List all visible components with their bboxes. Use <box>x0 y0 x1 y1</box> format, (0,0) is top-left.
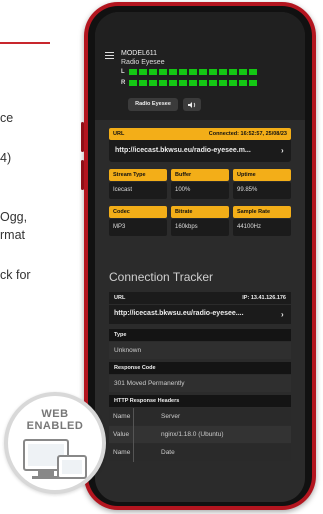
stream-url-card: URL Connected: 16:52:57, 25/08/23 http:/… <box>109 128 291 162</box>
header-key: Name <box>113 449 131 456</box>
accent-rule <box>0 42 50 44</box>
badge-line-1: WEB <box>41 408 69 420</box>
chevron-right-icon[interactable]: › <box>281 146 284 155</box>
stream-url: http://icecast.bkwsu.eu/radio-eyesee.m..… <box>115 147 251 154</box>
connection-tracker-title: Connection Tracker <box>109 270 214 284</box>
meter-right-label: R <box>121 80 126 86</box>
http-headers-label: HTTP Response Headers <box>109 395 291 407</box>
text-line: rmat <box>0 228 25 242</box>
codec-label: Codec <box>109 206 167 218</box>
meter-left-label: L <box>121 69 125 75</box>
response-code-value: 301 Moved Permanently <box>109 375 291 392</box>
text-line: ce <box>0 111 14 125</box>
connected-status: Connected: 16:52:57, 25/08/23 <box>208 131 287 137</box>
header-value: nginx/1.18.0 (Ubuntu) <box>161 431 224 438</box>
header-value: Date <box>161 449 175 456</box>
table-row: Name Server <box>109 408 291 425</box>
tracker-url-label: URL <box>114 295 126 301</box>
web-enabled-badge: WEB ENABLED <box>4 392 106 494</box>
bitrate-value: 160kbps <box>171 219 229 236</box>
stream-type-label: Stream Type <box>109 169 167 181</box>
buffer-label: Buffer <box>171 169 229 181</box>
url-header: URL Connected: 16:52:57, 25/08/23 <box>109 128 291 140</box>
menu-icon[interactable] <box>105 52 114 59</box>
station-name: Radio Eyesee <box>121 59 165 66</box>
header-key: Name <box>113 413 131 420</box>
sample-rate-value: 44100Hz <box>233 219 291 236</box>
chevron-right-icon[interactable]: › <box>281 305 284 324</box>
text-line: 4) <box>0 151 12 165</box>
volume-down-button <box>81 160 84 190</box>
response-code-label: Response Code <box>109 362 291 374</box>
url-label: URL <box>113 131 125 137</box>
phone-frame: MODEL611 Radio Eyesee L R Radio Eyesee U… <box>81 2 316 510</box>
codec-value: MP3 <box>109 219 167 236</box>
volume-up-button <box>81 122 84 152</box>
sample-rate-label: Sample Rate <box>233 206 291 218</box>
speaker-icon[interactable] <box>183 98 201 111</box>
tracker-ip: IP: 13.41.126.176 <box>242 295 286 301</box>
badge-line-2: ENABLED <box>26 420 84 432</box>
tracker-url-row[interactable]: http://icecast.bkwsu.eu/radio-eyesee....… <box>109 305 291 324</box>
text-line: Ogg, <box>0 210 28 224</box>
buffer-value: 100% <box>171 182 229 199</box>
type-label: Type <box>109 329 291 341</box>
text-line: ck for <box>0 268 31 282</box>
column-divider <box>133 408 134 462</box>
tracker-url-header: URL IP: 13.41.126.176 <box>109 292 291 304</box>
device-model: MODEL611 <box>121 50 158 57</box>
device-header: MODEL611 Radio Eyesee L R Radio Eyesee <box>95 12 305 120</box>
stream-type-value: Icecast <box>109 182 167 199</box>
tracker-url: http://icecast.bkwsu.eu/radio-eyesee.... <box>114 310 244 317</box>
table-row: Name Date <box>109 444 291 461</box>
table-row: Value nginx/1.18.0 (Ubuntu) <box>109 426 291 443</box>
phone-bezel: MODEL611 Radio Eyesee L R Radio Eyesee U… <box>88 6 312 506</box>
header-value: Server <box>161 413 181 420</box>
type-value: Unknown <box>109 342 291 359</box>
header-key: Value <box>113 431 130 438</box>
bitrate-label: Bitrate <box>171 206 229 218</box>
source-button[interactable]: Radio Eyesee <box>128 98 178 111</box>
app-screen: MODEL611 Radio Eyesee L R Radio Eyesee U… <box>95 12 305 502</box>
uptime-value: 99.85% <box>233 182 291 199</box>
uptime-label: Uptime <box>233 169 291 181</box>
devices-icon <box>23 439 87 479</box>
